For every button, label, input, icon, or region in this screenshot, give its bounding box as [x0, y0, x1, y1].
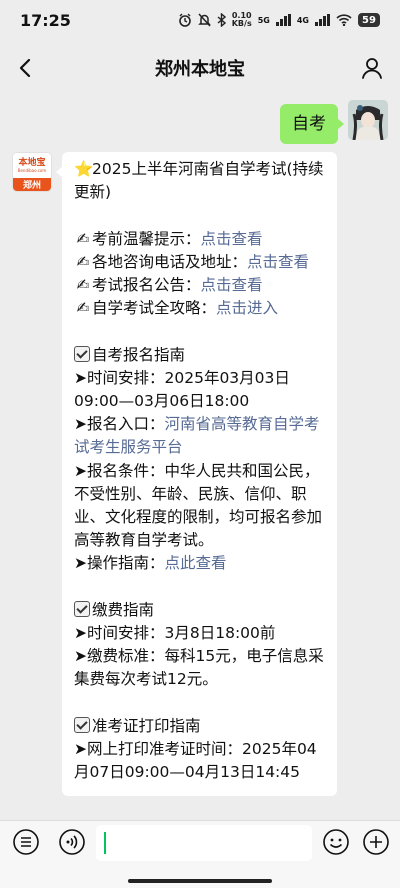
tip-link[interactable]: 点击进入	[216, 299, 278, 317]
home-indicator	[128, 879, 272, 883]
arrow-icon: ➤	[74, 368, 87, 387]
tip-link[interactable]: 点击查看	[201, 230, 263, 248]
incoming-bubble[interactable]: ⭐2025上半年河南省自学考试(持续更新) ✍ 考前温馨提示：点击查看 ✍ 各地咨询…	[56, 152, 337, 797]
section-heading: 缴费指南	[74, 599, 327, 622]
tip-line: ✍ 考前温馨提示：点击查看	[74, 228, 327, 251]
arrow-icon: ➤	[74, 740, 87, 759]
emoji-icon[interactable]	[322, 828, 350, 856]
info-line: ➤缴费标准：每科15元，电子信息采集费每次考试12元。	[74, 647, 324, 689]
signal-icon-2	[315, 14, 330, 26]
mute-bell-icon	[197, 13, 211, 27]
speed-unit: KB/s	[231, 19, 252, 28]
person-icon[interactable]	[358, 54, 386, 82]
outgoing-message-row: 自考	[280, 100, 388, 144]
plus-icon[interactable]	[362, 828, 390, 856]
status-time: 17:25	[20, 10, 71, 30]
bluetooth-icon	[217, 13, 226, 27]
avatar-city: 郑州	[13, 178, 51, 191]
net-type-5g: 5G	[257, 15, 270, 25]
chevron-left-icon[interactable]	[12, 54, 40, 82]
tip-label: 考前温馨提示：	[92, 229, 201, 248]
section-heading: 自考报名指南	[74, 344, 327, 367]
arrow-icon: ➤	[74, 624, 87, 643]
official-account-avatar[interactable]: 本地宝 Bendibao.com 郑州	[12, 152, 52, 192]
info-line: ➤时间安排：3月8日18:00前	[74, 624, 276, 643]
writing-hand-icon: ✍	[76, 229, 90, 248]
tip-line: ✍ 各地咨询电话及地址：点击查看	[74, 251, 327, 274]
tip-line: ✍ 考试报名公告：点击查看	[74, 274, 327, 297]
message-input[interactable]	[96, 825, 312, 861]
chat-area[interactable]: 自考 本地宝 Bendibao.com 郑州 ⭐2025上半年河南省自学考试(持…	[0, 96, 400, 820]
tip-link[interactable]: 点击查看	[247, 253, 309, 271]
voice-icon[interactable]	[58, 828, 86, 856]
net-type-4g: 4G	[296, 15, 309, 25]
section-heading: 准考证打印指南	[74, 715, 327, 738]
writing-hand-icon: ✍	[76, 299, 90, 318]
checkbox-icon	[74, 600, 90, 617]
incoming-message-row: 本地宝 Bendibao.com 郑州 ⭐2025上半年河南省自学考试(持续更新…	[12, 152, 337, 797]
info-line: ➤网上打印准考证时间：2025年04月07日09:00—04月13日14:45	[74, 740, 317, 782]
signal-icon-1	[275, 14, 291, 26]
input-bar	[0, 820, 400, 888]
wifi-icon	[336, 14, 352, 26]
user-avatar[interactable]	[348, 100, 388, 140]
battery-icon: 59	[358, 13, 380, 27]
arrow-icon: ➤	[74, 415, 87, 434]
guide-link[interactable]: 点此查看	[165, 554, 227, 572]
writing-hand-icon: ✍	[76, 276, 90, 294]
message-title-line: ⭐2025上半年河南省自学考试(持续更新)	[74, 158, 327, 204]
writing-hand-icon: ✍	[76, 252, 90, 271]
list-menu-icon[interactable]	[12, 828, 40, 856]
info-line: ➤报名入口：河南省高等教育自学考试考生服务平台	[74, 415, 320, 457]
avatar-brand-url: Bendibao.com	[17, 168, 47, 173]
tip-label: 考试报名公告：	[92, 276, 201, 294]
info-line: ➤时间安排：2025年03月03日09:00—03月06日18:00	[74, 368, 290, 410]
star-icon: ⭐	[74, 160, 94, 178]
checkbox-icon	[74, 716, 90, 733]
tip-line: ✍ 自学考试全攻略：点击进入	[74, 297, 327, 320]
message-title: 2025上半年河南省自学考试(持续更新)	[74, 160, 324, 202]
avatar-brand-name: 本地宝	[18, 158, 46, 168]
arrow-icon: ➤	[74, 461, 87, 480]
checkbox-icon	[74, 345, 90, 362]
text-caret	[104, 832, 106, 854]
info-line: ➤操作指南：点此查看	[74, 554, 227, 573]
chat-title: 郑州本地宝	[155, 59, 245, 80]
status-bar: 17:25 0.10 KB/s 5G 4G 59	[0, 0, 400, 40]
nav-bar: 郑州本地宝	[0, 40, 400, 96]
tip-label: 各地咨询电话及地址：	[92, 252, 248, 271]
alarm-icon	[178, 13, 192, 27]
outgoing-bubble[interactable]: 自考	[280, 104, 344, 144]
status-icons: 0.10 KB/s 5G 4G 59	[178, 12, 380, 28]
arrow-icon: ➤	[74, 554, 87, 573]
tip-label: 自学考试全攻略：	[92, 299, 217, 318]
network-speed: 0.10 KB/s	[232, 12, 252, 28]
info-line: ➤报名条件：中华人民共和国公民，不受性别、年龄、民族、信仰、职业、文化程度的限制…	[74, 461, 323, 550]
arrow-icon: ➤	[74, 647, 87, 666]
tip-link[interactable]: 点击查看	[201, 276, 263, 294]
